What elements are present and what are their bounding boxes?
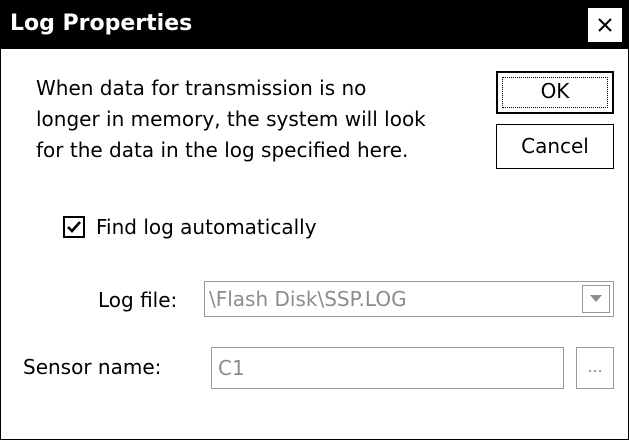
find-log-automatically-label: Find log automatically [96, 215, 317, 239]
title-bar[interactable]: Log Properties [1, 1, 628, 49]
checkmark-icon [67, 221, 81, 233]
log-file-label: Log file: [98, 288, 178, 312]
find-log-automatically-checkbox[interactable] [63, 216, 85, 238]
description-line: for the data in the log specified here. [36, 138, 409, 162]
browse-button-label: ... [587, 357, 603, 376]
description-text: When data for transmission is no longer … [36, 73, 496, 166]
close-button[interactable] [588, 8, 622, 42]
focus-rectangle [502, 77, 608, 108]
browse-button[interactable]: ... [576, 347, 614, 389]
close-icon [598, 18, 612, 32]
log-file-dropdown-button[interactable] [582, 285, 610, 313]
log-properties-dialog: Log Properties When data for transmissio… [0, 0, 629, 440]
description-line: longer in memory, the system will look [36, 107, 426, 131]
cancel-button-label: Cancel [521, 134, 589, 158]
chevron-down-icon [590, 295, 602, 302]
cancel-button[interactable]: Cancel [496, 124, 614, 169]
sensor-name-label: Sensor name: [23, 355, 162, 379]
log-file-value: \Flash Disk\SSP.LOG [209, 287, 407, 311]
description-line: When data for transmission is no [36, 76, 367, 100]
sensor-name-value: C1 [218, 356, 245, 380]
sensor-name-input[interactable]: C1 [211, 347, 564, 389]
log-file-dropdown[interactable]: \Flash Disk\SSP.LOG [204, 281, 614, 317]
ok-button[interactable]: OK [496, 71, 614, 114]
window-title: Log Properties [10, 11, 193, 36]
